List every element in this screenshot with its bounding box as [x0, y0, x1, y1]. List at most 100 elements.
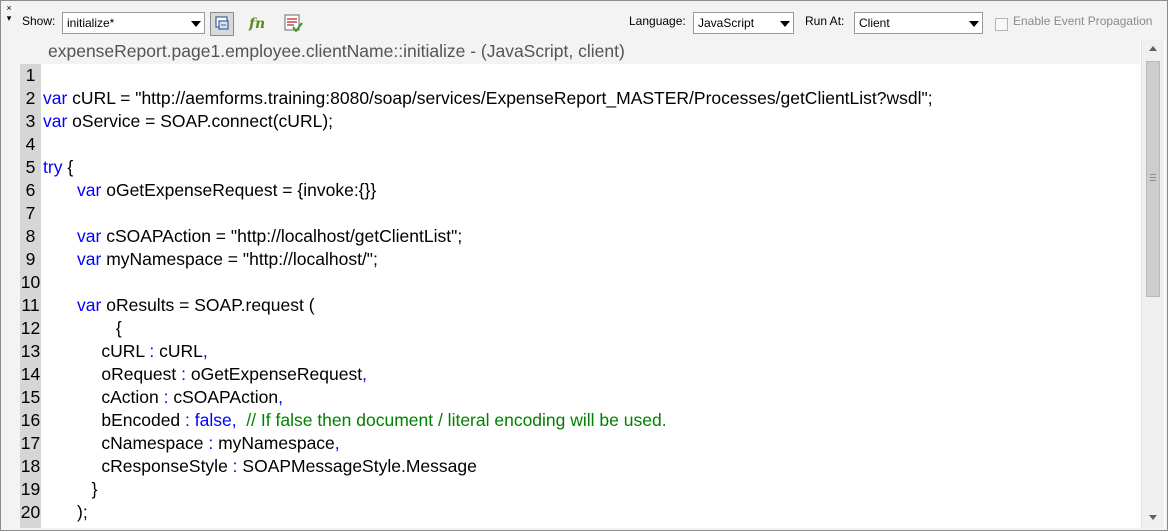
line-number: 1 — [25, 65, 36, 85]
code-text: cAction : cSOAPAction, — [43, 386, 283, 409]
line-number: 14 — [20, 364, 41, 384]
code-text: oRequest : oGetExpenseRequest, — [43, 363, 367, 386]
code-line[interactable]: 4 — [20, 133, 1140, 156]
run-at-dropdown[interactable]: Client — [854, 12, 983, 34]
arrow-down-icon — [1149, 515, 1157, 520]
code-line[interactable]: 11 var oResults = SOAP.request ( — [20, 294, 1140, 317]
code-line[interactable]: 15 cAction : cSOAPAction, — [20, 386, 1140, 409]
scroll-down-button[interactable] — [1142, 508, 1164, 528]
code-token: cNamespace — [43, 433, 209, 453]
code-text: var cURL = "http://aemforms.training:808… — [43, 87, 933, 110]
code-token: cURL — [43, 341, 150, 361]
enable-event-propagation-label: Enable Event Propagation — [1013, 14, 1153, 28]
chevron-down-icon — [780, 21, 790, 27]
code-line[interactable]: 16 bEncoded : false, // If false then do… — [20, 409, 1140, 432]
script-editor-panel: × ▾ Show: initialize* fn Language: JavaS… — [0, 0, 1168, 531]
code-line[interactable]: 3 var oService = SOAP.connect(cURL); — [20, 110, 1140, 133]
show-event-value: initialize* — [67, 16, 115, 30]
run-at-label: Run At: — [805, 14, 845, 28]
language-value: JavaScript — [698, 16, 755, 30]
code-token: oResults = SOAP.request ( — [101, 295, 315, 315]
line-number: 20 — [20, 502, 41, 522]
language-dropdown[interactable]: JavaScript — [693, 12, 794, 34]
scrollbar-thumb[interactable] — [1146, 61, 1160, 297]
code-text: cURL : cURL, — [43, 340, 208, 363]
code-area[interactable]: 1 2 var cURL = "http://aemforms.training:8… — [20, 64, 1140, 524]
code-text: var cSOAPAction = "http://localhost/getC… — [43, 225, 462, 248]
code-line[interactable]: 7 — [20, 202, 1140, 225]
code-token: SOAPMessageStyle.Message — [237, 456, 477, 476]
code-line[interactable]: 9 var myNamespace = "http://localhost/"; — [20, 248, 1140, 271]
code-token: cAction — [43, 387, 164, 407]
show-event-dropdown[interactable]: initialize* — [62, 12, 205, 34]
code-text: var myNamespace = "http://localhost/"; — [43, 248, 378, 271]
code-line[interactable]: 19 } — [20, 478, 1140, 501]
code-line[interactable]: 10 — [20, 271, 1140, 294]
code-token: { — [62, 157, 74, 177]
code-line[interactable]: 2 var cURL = "http://aemforms.training:80… — [20, 87, 1140, 110]
line-number: 7 — [25, 203, 36, 223]
svg-text:fn: fn — [248, 16, 265, 32]
grip-line — [1150, 180, 1156, 181]
code-line[interactable]: 13 cURL : cURL, — [20, 340, 1140, 363]
collapse-panel-icon[interactable]: × ▾ — [4, 3, 14, 31]
code-text: } — [43, 478, 98, 501]
functions-button[interactable]: fn — [247, 12, 271, 36]
line-number: 6 — [25, 180, 36, 200]
line-number: 17 — [20, 433, 41, 453]
script-editor-toolbar: × ▾ Show: initialize* fn Language: JavaS… — [1, 1, 1167, 37]
code-token: cURL — [154, 341, 203, 361]
code-text: var oGetExpenseRequest = {invoke:{}} — [43, 179, 376, 202]
code-text: cNamespace : myNamespace, — [43, 432, 340, 455]
line-number: 3 — [25, 111, 36, 131]
code-line[interactable]: 20 ); — [20, 501, 1140, 524]
code-line[interactable]: 12 { — [20, 317, 1140, 340]
code-line[interactable]: 14 oRequest : oGetExpenseRequest, — [20, 363, 1140, 386]
code-line[interactable]: 5 try { — [20, 156, 1140, 179]
keyword-token: var — [77, 295, 102, 315]
code-line[interactable]: 17 cNamespace : myNamespace, — [20, 432, 1140, 455]
code-text: var oResults = SOAP.request ( — [43, 294, 315, 317]
keyword-token: var — [43, 111, 68, 131]
code-token: myNamespace — [213, 433, 335, 453]
language-label: Language: — [629, 14, 686, 28]
line-number: 16 — [20, 410, 41, 430]
code-line[interactable]: 1 — [20, 64, 1140, 87]
line-number: 13 — [20, 341, 41, 361]
vertical-scrollbar[interactable] — [1141, 39, 1164, 528]
code-token: oRequest — [43, 364, 182, 384]
keyword-token: , — [202, 341, 208, 361]
code-token: ); — [43, 502, 88, 522]
code-token: oGetExpenseRequest — [186, 364, 363, 384]
code-line[interactable]: 18 cResponseStyle : SOAPMessageStyle.Mes… — [20, 455, 1140, 478]
code-line[interactable]: 6 var oGetExpenseRequest = {invoke:{}} — [20, 179, 1140, 202]
code-token: cResponseStyle — [43, 456, 233, 476]
line-number: 11 — [21, 295, 40, 315]
check-script-syntax-button[interactable] — [282, 12, 306, 36]
code-text: { — [43, 317, 122, 340]
keyword-token: try — [43, 157, 63, 177]
multiple-events-icon — [215, 16, 229, 30]
chevron-down-icon — [191, 21, 201, 27]
line-number: 8 — [25, 226, 36, 246]
line-number: 5 — [25, 157, 36, 177]
code-token: cSOAPAction = "http://localhost/getClien… — [101, 226, 463, 246]
keyword-token: , — [334, 433, 340, 453]
check-script-syntax-icon — [284, 14, 303, 33]
line-number: 18 — [20, 456, 41, 476]
multiple-events-button[interactable] — [210, 12, 234, 36]
code-token: cSOAPAction — [168, 387, 279, 407]
script-editor[interactable]: expenseReport.page1.employee.clientName:… — [20, 39, 1165, 528]
code-token: oService = SOAP.connect(cURL); — [67, 111, 334, 131]
code-text: bEncoded : false, // If false then docum… — [43, 409, 666, 432]
enable-event-propagation-checkbox[interactable] — [995, 18, 1008, 31]
scroll-up-button[interactable] — [1142, 39, 1164, 59]
line-number: 19 — [20, 479, 41, 499]
keyword-token: var — [43, 88, 68, 108]
code-token: myNamespace = "http://localhost/"; — [101, 249, 378, 269]
line-number: 2 — [25, 88, 36, 108]
code-line[interactable]: 8 var cSOAPAction = "http://localhost/ge… — [20, 225, 1140, 248]
functions-icon: fn — [248, 16, 265, 32]
keyword-token: var — [77, 249, 102, 269]
